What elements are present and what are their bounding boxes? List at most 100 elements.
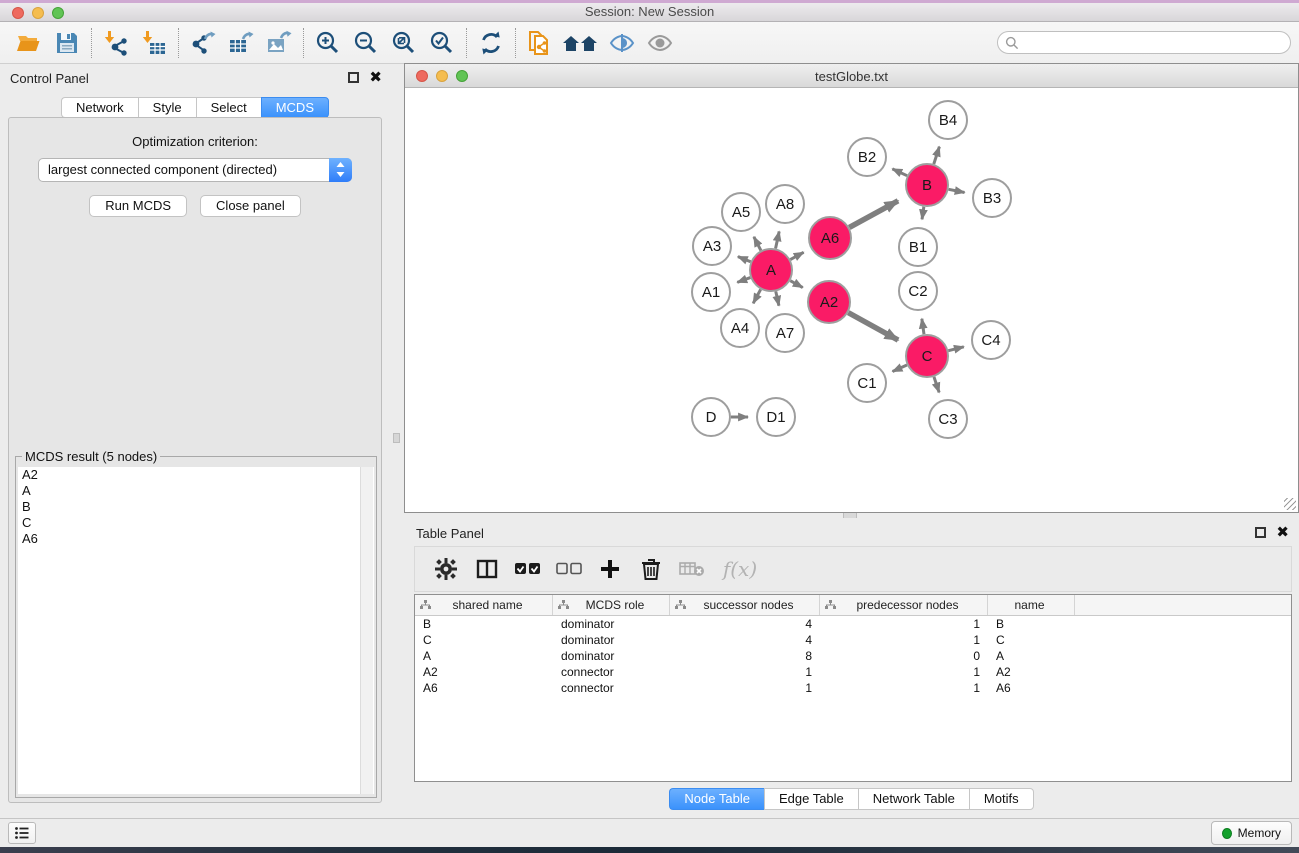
graph-node-A2[interactable]: A2: [808, 281, 850, 323]
column-insert-icon[interactable]: [472, 552, 502, 586]
zoom-out-icon[interactable]: [347, 26, 385, 60]
tab-mcds[interactable]: MCDS: [261, 97, 329, 118]
tab-network-table[interactable]: Network Table: [858, 788, 969, 810]
search-field[interactable]: [997, 31, 1291, 54]
delete-table-icon[interactable]: [677, 552, 707, 586]
graph-edge-B-B2[interactable]: [892, 169, 907, 176]
table-row[interactable]: A6connector11A6: [415, 680, 1291, 696]
graph-edge-A-A1[interactable]: [737, 278, 750, 283]
close-table-panel-icon[interactable]: ✖: [1276, 525, 1289, 540]
close-panel-icon[interactable]: ✖: [369, 70, 382, 85]
close-panel-button[interactable]: Close panel: [200, 195, 301, 217]
graph-node-A5[interactable]: A5: [722, 193, 760, 231]
graph-node-B[interactable]: B: [906, 164, 948, 206]
deselect-all-rows-icon[interactable]: [554, 552, 584, 586]
graph-node-C4[interactable]: C4: [972, 321, 1010, 359]
graph-edge-A-A8[interactable]: [776, 231, 780, 248]
graph-node-C2[interactable]: C2: [899, 272, 937, 310]
tab-edge-table[interactable]: Edge Table: [764, 788, 858, 810]
refresh-icon[interactable]: [472, 26, 510, 60]
mcds-result-list[interactable]: A2ABCA6: [18, 467, 374, 794]
column-header-name[interactable]: name: [988, 595, 1075, 615]
table-row[interactable]: Adominator80A: [415, 648, 1291, 664]
result-item[interactable]: B: [18, 499, 374, 515]
graph-node-A8[interactable]: A8: [766, 185, 804, 223]
graph-node-A3[interactable]: A3: [693, 227, 731, 265]
settings-gear-icon[interactable]: [431, 552, 461, 586]
result-item[interactable]: A: [18, 483, 374, 499]
graph-edge-A6-B[interactable]: [849, 201, 898, 228]
graph-edge-A-A2[interactable]: [790, 281, 802, 288]
graph-node-B4[interactable]: B4: [929, 101, 967, 139]
network-canvas[interactable]: B4 B2 B B3 A8A5 A6 A3 B1 A A1 C2 A2 A4A7 C4 C C1 C3 D D1: [405, 88, 1298, 512]
float-panel-icon[interactable]: [348, 72, 359, 83]
export-table-icon[interactable]: [222, 26, 260, 60]
splitter-grip[interactable]: [393, 433, 400, 443]
graph-edge-A-A3[interactable]: [738, 257, 751, 262]
run-mcds-button[interactable]: Run MCDS: [89, 195, 187, 217]
vertical-splitter[interactable]: [390, 64, 404, 818]
task-history-button[interactable]: [8, 822, 36, 844]
table-row[interactable]: Bdominator41B: [415, 616, 1291, 632]
tab-select[interactable]: Select: [196, 97, 261, 118]
network-window-titlebar[interactable]: testGlobe.txt: [405, 64, 1298, 88]
table-row[interactable]: A2connector11A2: [415, 664, 1291, 680]
delete-row-icon[interactable]: [636, 552, 666, 586]
tab-network[interactable]: Network: [61, 97, 138, 118]
graph-node-A6[interactable]: A6: [809, 217, 851, 259]
graph-node-C[interactable]: C: [906, 335, 948, 377]
column-header-predecessor-nodes[interactable]: predecessor nodes: [820, 595, 988, 615]
zoom-fit-icon[interactable]: [385, 26, 423, 60]
graph-edge-B-B1[interactable]: [922, 207, 924, 220]
function-builder-icon[interactable]: f(x): [718, 552, 762, 586]
zoom-in-icon[interactable]: [309, 26, 347, 60]
zoom-selected-icon[interactable]: [423, 26, 461, 60]
graph-node-D1[interactable]: D1: [757, 398, 795, 436]
result-item[interactable]: A6: [18, 531, 374, 547]
graph-node-D[interactable]: D: [692, 398, 730, 436]
add-row-icon[interactable]: [595, 552, 625, 586]
graph-edge-A-A7[interactable]: [776, 291, 779, 305]
column-header-successor-nodes[interactable]: successor nodes: [670, 595, 820, 615]
graph-node-B2[interactable]: B2: [848, 138, 886, 176]
float-table-panel-icon[interactable]: [1255, 527, 1266, 538]
graph-node-B3[interactable]: B3: [973, 179, 1011, 217]
graph-node-B1[interactable]: B1: [899, 228, 937, 266]
network-file-icon[interactable]: [521, 26, 559, 60]
graph-node-A[interactable]: A: [750, 249, 792, 291]
graph-edge-A2-C[interactable]: [848, 313, 898, 340]
tab-node-table[interactable]: Node Table: [669, 788, 764, 810]
export-image-icon[interactable]: [260, 26, 298, 60]
graph-edge-C-C4[interactable]: [948, 347, 963, 351]
graph-edge-C-C1[interactable]: [893, 365, 907, 371]
save-session-icon[interactable]: [48, 26, 86, 60]
result-item[interactable]: A2: [18, 467, 374, 483]
tab-style[interactable]: Style: [138, 97, 196, 118]
result-item[interactable]: C: [18, 515, 374, 531]
graph-edge-A-A4[interactable]: [753, 289, 760, 303]
home-icon[interactable]: [559, 26, 603, 60]
select-all-rows-icon[interactable]: [513, 552, 543, 586]
graph-node-A4[interactable]: A4: [721, 309, 759, 347]
graph-edge-A-A5[interactable]: [754, 237, 761, 251]
graph-node-C1[interactable]: C1: [848, 364, 886, 402]
import-network-icon[interactable]: [97, 26, 135, 60]
table-row[interactable]: Cdominator41C: [415, 632, 1291, 648]
graph-node-C3[interactable]: C3: [929, 400, 967, 438]
criterion-dropdown[interactable]: largest connected component (directed): [38, 158, 352, 182]
open-file-icon[interactable]: [10, 26, 48, 60]
tab-motifs[interactable]: Motifs: [969, 788, 1034, 810]
window-resize-grip[interactable]: [1284, 498, 1296, 510]
graph-edge-C-C2[interactable]: [922, 319, 924, 334]
show-graphics-details-icon[interactable]: [641, 26, 679, 60]
graph-edge-A-A6[interactable]: [790, 252, 803, 259]
graph-edge-B-B4[interactable]: [934, 147, 940, 164]
export-network-icon[interactable]: [184, 26, 222, 60]
column-header-shared-name[interactable]: shared name: [415, 595, 553, 615]
memory-button[interactable]: Memory: [1211, 821, 1292, 845]
graph-node-A7[interactable]: A7: [766, 314, 804, 352]
search-input[interactable]: [1019, 34, 1290, 52]
graph-node-A1[interactable]: A1: [692, 273, 730, 311]
graph-edge-B-B3[interactable]: [949, 189, 965, 192]
result-list-scrollbar[interactable]: [360, 467, 373, 794]
